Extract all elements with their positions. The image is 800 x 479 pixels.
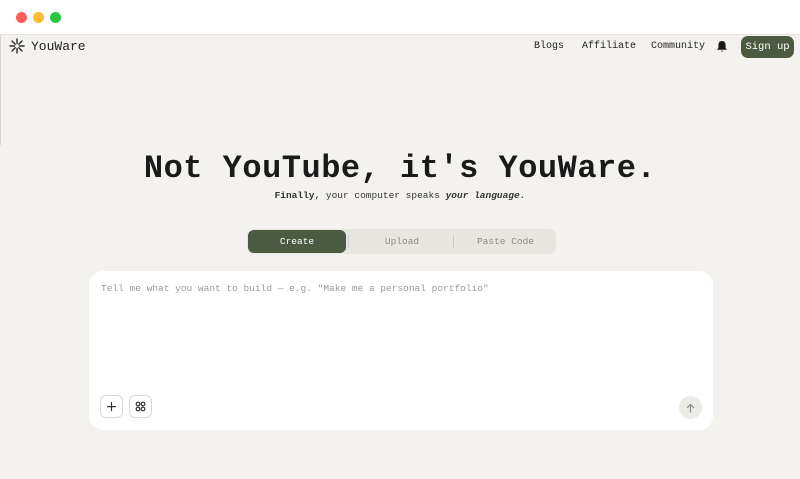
tab-create[interactable]: Create	[248, 230, 346, 253]
tab-divider	[453, 235, 454, 248]
add-attachment-button[interactable]: +	[100, 395, 123, 418]
window-titlebar	[0, 0, 800, 35]
hero-subtitle-mid: your computer speaks	[320, 190, 446, 201]
apps-grid-icon	[135, 401, 146, 412]
top-navbar: YouWare Blogs Affiliate Community Sign u…	[0, 35, 800, 59]
nav-link-community[interactable]: Community	[651, 41, 705, 52]
hero-subtitle: Finally, your computer speaks your langu…	[0, 190, 800, 201]
brand-name: YouWare	[31, 38, 86, 54]
prompt-input[interactable]	[101, 283, 699, 393]
brand-home-link[interactable]: YouWare	[9, 38, 86, 54]
nav-link-affiliate[interactable]: Affiliate	[582, 41, 636, 52]
hero-title: Not YouTube, it's YouWare.	[143, 150, 657, 187]
maximize-window-button[interactable]	[50, 12, 61, 23]
sign-up-button[interactable]: Sign up	[741, 36, 794, 58]
prompt-card: +	[89, 271, 713, 430]
arrow-up-icon	[686, 403, 695, 413]
hero-subtitle-bold: Finally,	[274, 190, 321, 201]
tab-divider	[348, 235, 349, 248]
plus-icon: +	[105, 398, 118, 415]
send-button[interactable]	[679, 396, 702, 419]
tab-paste-code[interactable]: Paste Code	[455, 229, 556, 254]
tab-upload[interactable]: Upload	[350, 229, 454, 254]
bell-icon[interactable]	[716, 40, 728, 53]
mode-tabs: Create Upload Paste Code	[247, 229, 556, 254]
integrations-button[interactable]	[129, 395, 152, 418]
sparkle-logo-icon	[9, 38, 25, 54]
close-window-button[interactable]	[16, 12, 27, 23]
nav-link-blogs[interactable]: Blogs	[534, 41, 564, 52]
hero-subtitle-emphasis: your language.	[445, 190, 526, 201]
minimize-window-button[interactable]	[33, 12, 44, 23]
